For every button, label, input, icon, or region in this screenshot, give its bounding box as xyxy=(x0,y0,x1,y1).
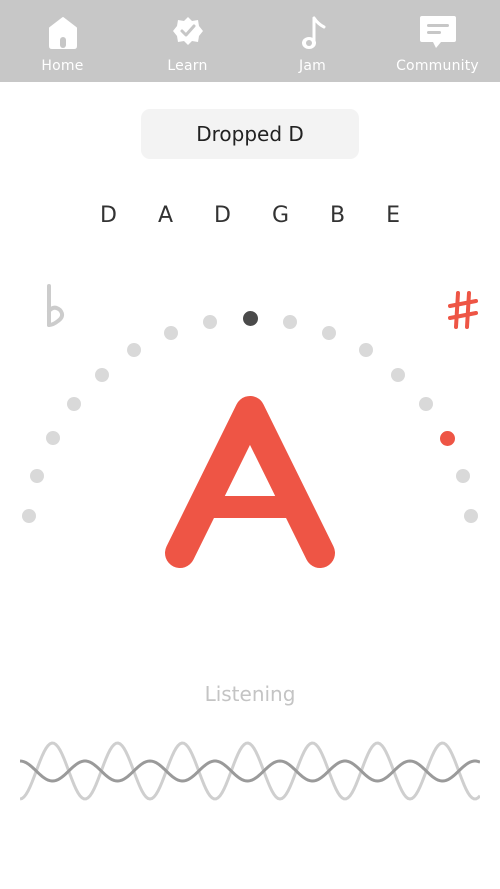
nav-learn[interactable]: Learn xyxy=(125,0,250,82)
dial-dot xyxy=(391,367,406,382)
dial-dot xyxy=(163,325,178,340)
dial-dot xyxy=(127,343,142,358)
dial-dot xyxy=(418,397,433,412)
dial-dot xyxy=(358,343,373,358)
dial-dot xyxy=(202,314,217,329)
tuning-name: Dropped D xyxy=(196,122,304,146)
bottom-nav-bar: Home Learn Jam Community xyxy=(0,0,500,82)
nav-community[interactable]: Community xyxy=(375,0,500,82)
nav-home[interactable]: Home xyxy=(0,0,125,82)
dial-dot-active xyxy=(439,430,455,446)
dial-dot xyxy=(94,367,109,382)
sharp-icon xyxy=(448,291,478,329)
nav-community-label: Community xyxy=(396,58,479,74)
dial-dot xyxy=(45,431,60,446)
detected-note: A xyxy=(165,396,335,568)
dial-dot xyxy=(22,508,37,523)
tuning-selector[interactable]: Dropped D xyxy=(141,109,359,159)
dial-dot xyxy=(463,508,478,523)
dial-dot xyxy=(67,397,82,412)
nav-learn-label: Learn xyxy=(167,58,208,74)
status-text: Listening xyxy=(204,682,296,706)
nav-jam[interactable]: Jam xyxy=(250,0,375,82)
dial-dot-center xyxy=(242,310,258,326)
dial-dot xyxy=(283,314,298,329)
string-notes: D A D G B E xyxy=(100,203,417,228)
nav-home-label: Home xyxy=(41,58,84,74)
nav-jam-label: Jam xyxy=(299,58,326,74)
dial-dot xyxy=(455,468,470,483)
flat-icon xyxy=(47,284,65,327)
home-icon xyxy=(48,17,77,49)
audio-waveform xyxy=(20,741,480,801)
badge-check-icon xyxy=(172,17,203,45)
music-note-icon xyxy=(301,16,325,49)
dial-dot xyxy=(322,325,337,340)
dial-dot xyxy=(30,468,45,483)
chat-icon xyxy=(419,16,456,48)
